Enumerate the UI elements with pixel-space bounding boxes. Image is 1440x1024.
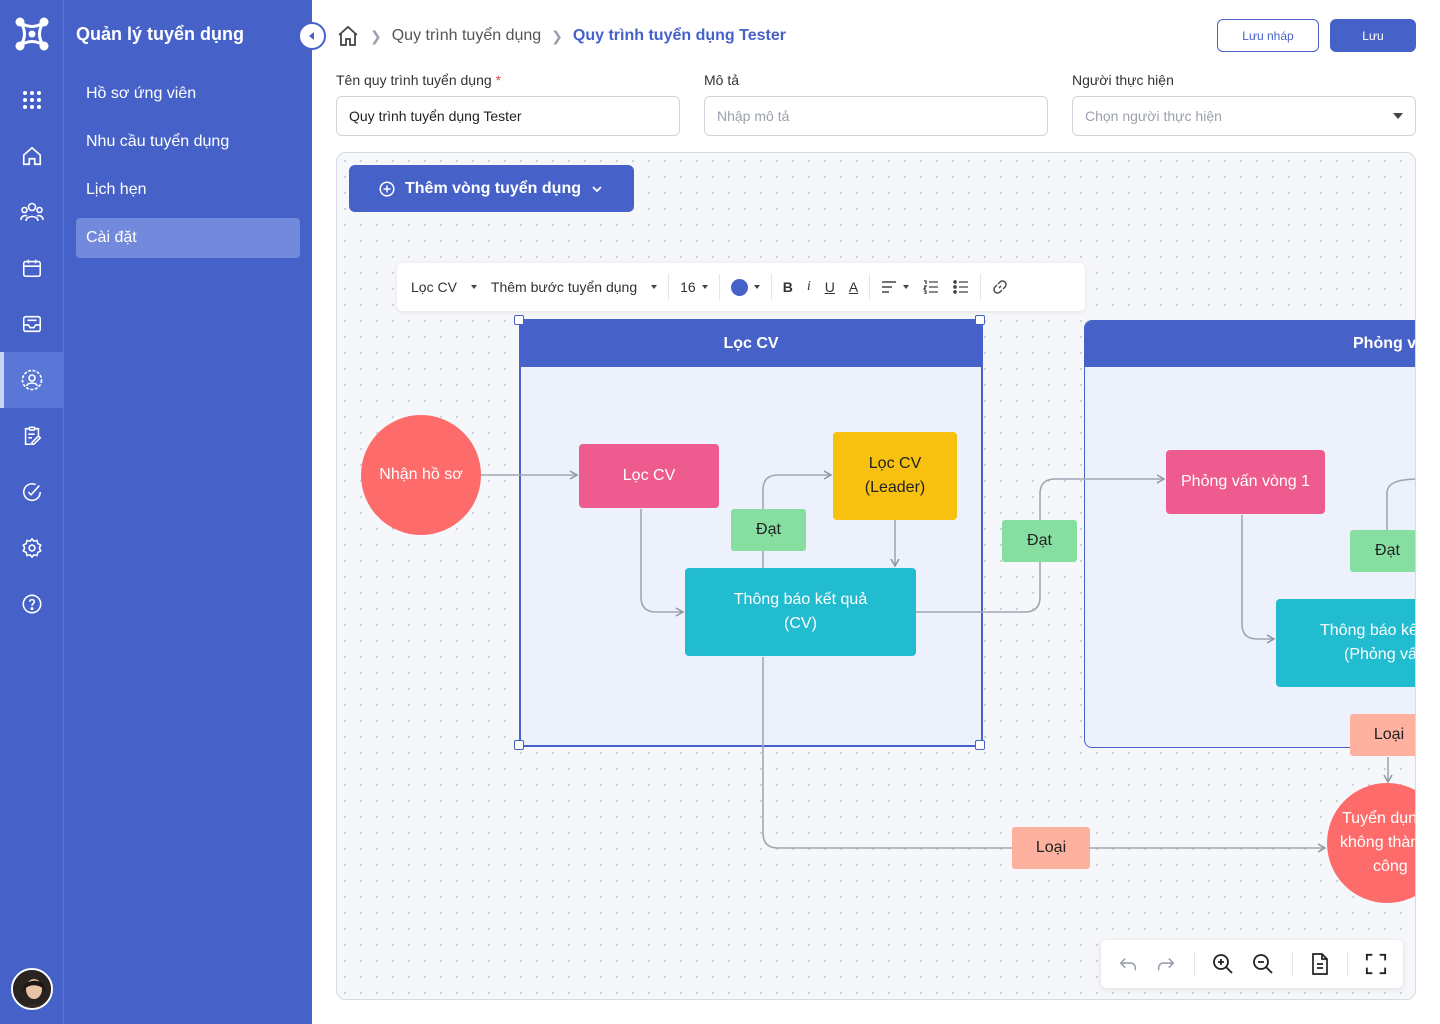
caret-down-icon (651, 285, 658, 289)
edge-label-pass[interactable]: Đạt (1350, 530, 1415, 572)
node-line: không thành (1340, 834, 1415, 851)
required-mark: * (495, 72, 502, 88)
gear-icon[interactable] (0, 520, 64, 576)
canvas-controls (1101, 940, 1403, 988)
chevron-right-icon: ❯ (370, 27, 382, 44)
breadcrumb-current: Quy trình tuyển dụng Tester (572, 27, 786, 44)
caret-down-icon (701, 285, 708, 289)
app-logo-icon[interactable] (14, 16, 50, 52)
document-icon[interactable] (1309, 952, 1331, 976)
zoom-in-icon[interactable] (1211, 952, 1235, 976)
caret-down-icon (903, 285, 910, 289)
add-step-select[interactable]: Thêm bước tuyển dụng (484, 263, 664, 311)
toolbar-divider (1291, 951, 1293, 977)
breadcrumb: ❯ Quy trình tuyển dụng ❯ Quy trình tuyển… (336, 22, 786, 50)
home-icon[interactable] (0, 128, 64, 184)
clipboard-edit-icon[interactable] (0, 408, 64, 464)
align-left-icon[interactable] (874, 263, 916, 311)
edge-label-pass[interactable]: Đạt (731, 509, 806, 551)
node-line: Tuyển dụng (1342, 810, 1415, 827)
node-line: Thông báo kết quả (1320, 622, 1415, 639)
ordered-list-icon[interactable] (916, 263, 946, 311)
color-picker[interactable] (724, 263, 767, 311)
workflow-canvas[interactable]: Thêm vòng tuyển dụng Lọc CV Phỏng vấn (336, 152, 1416, 1000)
users-icon[interactable] (0, 184, 64, 240)
process-name-input[interactable]: Quy trình tuyển dụng Tester (336, 96, 680, 136)
node-notify-interview-result[interactable]: Thông báo kết quả (Phỏng vấn) (1276, 599, 1416, 687)
node-receive-profile[interactable]: Nhận hồ sơ (361, 415, 481, 535)
collapse-sidebar-button[interactable] (298, 22, 326, 50)
apps-grid-icon[interactable] (0, 72, 64, 128)
font-size-select[interactable]: 16 (673, 263, 715, 311)
home-icon[interactable] (336, 24, 360, 48)
toolbar-divider (980, 274, 982, 300)
zoom-out-icon[interactable] (1251, 952, 1275, 976)
toolbar-divider (668, 274, 670, 300)
node-line: (Leader) (864, 479, 926, 496)
node-notify-cv-result[interactable]: Thông báo kết quả (CV) (685, 568, 916, 656)
toolbar-divider (1193, 951, 1195, 977)
undo-icon[interactable] (1117, 953, 1139, 975)
description-input[interactable]: Nhập mô tả (704, 96, 1048, 136)
node-line: (CV) (784, 615, 817, 632)
node-filter-cv-leader[interactable]: Lọc CV (Leader) (833, 432, 957, 520)
user-settings-icon[interactable] (0, 352, 64, 408)
process-name-label-text: Tên quy trình tuyển dụng (336, 72, 492, 88)
caret-down-icon (470, 285, 477, 289)
bold-icon[interactable]: B (776, 263, 800, 311)
toolbar-divider (718, 274, 720, 300)
description-label: Mô tả (704, 72, 740, 88)
font-size-value: 16 (680, 279, 696, 295)
assignee-select[interactable]: Chọn người thực hiện (1072, 96, 1416, 136)
italic-icon[interactable]: i (800, 263, 818, 311)
text-color-icon[interactable]: A (842, 263, 865, 311)
node-interview-round-1[interactable]: Phỏng vấn vòng 1 (1166, 450, 1325, 514)
link-icon[interactable] (985, 263, 1015, 311)
breadcrumb-parent[interactable]: Quy trình tuyển dụng (392, 27, 541, 45)
edge-label-pass[interactable]: Đạt (1002, 520, 1077, 562)
inbox-icon[interactable] (0, 296, 64, 352)
toolbar-divider (1347, 951, 1349, 977)
chevron-left-icon (309, 32, 314, 40)
redo-icon[interactable] (1155, 953, 1177, 975)
node-line: Lọc CV (868, 455, 922, 472)
check-circle-icon[interactable] (0, 464, 64, 520)
sidebar-item-appointments[interactable]: Lịch hẹn (76, 170, 300, 210)
add-step-label: Thêm bước tuyển dụng (490, 279, 638, 295)
node-filter-cv[interactable]: Lọc CV (579, 444, 719, 508)
chevron-right-icon: ❯ (551, 27, 563, 44)
avatar[interactable] (11, 968, 53, 1010)
sidebar-item-candidates[interactable]: Hồ sơ ứng viên (76, 74, 300, 114)
color-swatch (730, 278, 748, 296)
assignee-placeholder: Chọn người thực hiện (1085, 108, 1222, 124)
icon-rail (0, 0, 64, 1024)
sidebar: Quản lý tuyển dụng Hồ sơ ứng viên Nhu cầ… (64, 0, 326, 1024)
app-title: Quản lý tuyển dụng (76, 24, 245, 44)
edge-label-reject[interactable]: Loại (1350, 714, 1415, 756)
sidebar-item-settings[interactable]: Cài đặt (76, 218, 300, 258)
help-circle-icon[interactable] (0, 576, 64, 632)
underline-icon[interactable]: U (818, 263, 842, 311)
save-button[interactable]: Lưu (1330, 19, 1416, 52)
dropdown-caret-icon (1393, 113, 1403, 119)
toolbar-divider (869, 274, 871, 300)
bullet-list-icon[interactable] (946, 263, 976, 311)
round-select[interactable]: Lọc CV (397, 263, 484, 311)
toolbar-divider (770, 274, 772, 300)
caret-down-icon (753, 285, 760, 289)
node-line: Thông báo kết quả (733, 591, 868, 608)
node-line: (Phỏng vấn) (1344, 646, 1416, 663)
sidebar-item-recruitment-needs[interactable]: Nhu cầu tuyển dụng (76, 122, 300, 162)
assignee-label: Người thực hiện (1072, 72, 1174, 88)
node-format-toolbar: Lọc CV Thêm bước tuyển dụng 16 B i U A (397, 263, 1085, 311)
edge-label-reject[interactable]: Loại (1012, 827, 1090, 869)
process-name-label: Tên quy trình tuyển dụng * (336, 72, 501, 88)
calendar-icon[interactable] (0, 240, 64, 296)
save-draft-button[interactable]: Lưu nháp (1217, 19, 1319, 52)
node-line: công (1373, 858, 1408, 875)
fullscreen-icon[interactable] (1365, 953, 1387, 975)
round-select-value: Lọc CV (411, 279, 457, 295)
